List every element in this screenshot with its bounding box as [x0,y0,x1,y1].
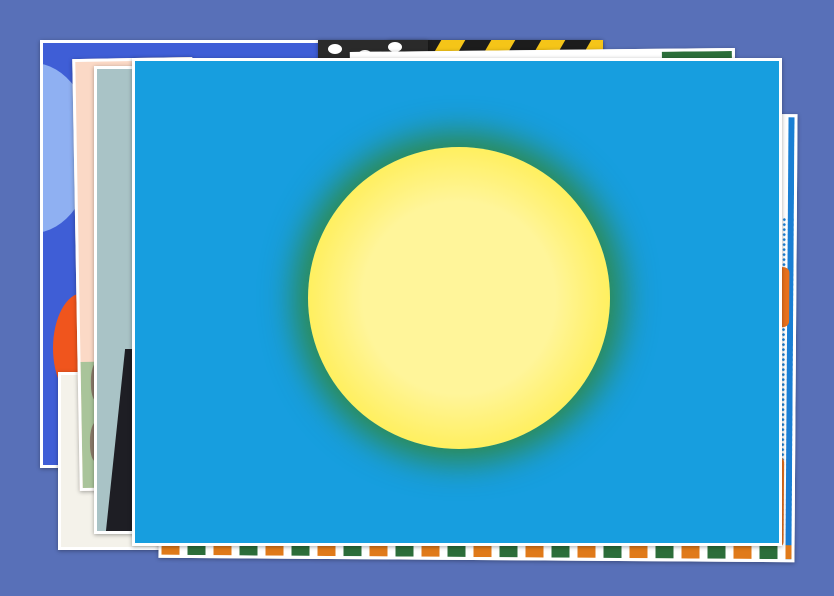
spot-shape [328,44,342,54]
front-card-flag[interactable] [132,58,782,546]
photo-stack [0,0,834,596]
sun-disc [308,147,610,449]
